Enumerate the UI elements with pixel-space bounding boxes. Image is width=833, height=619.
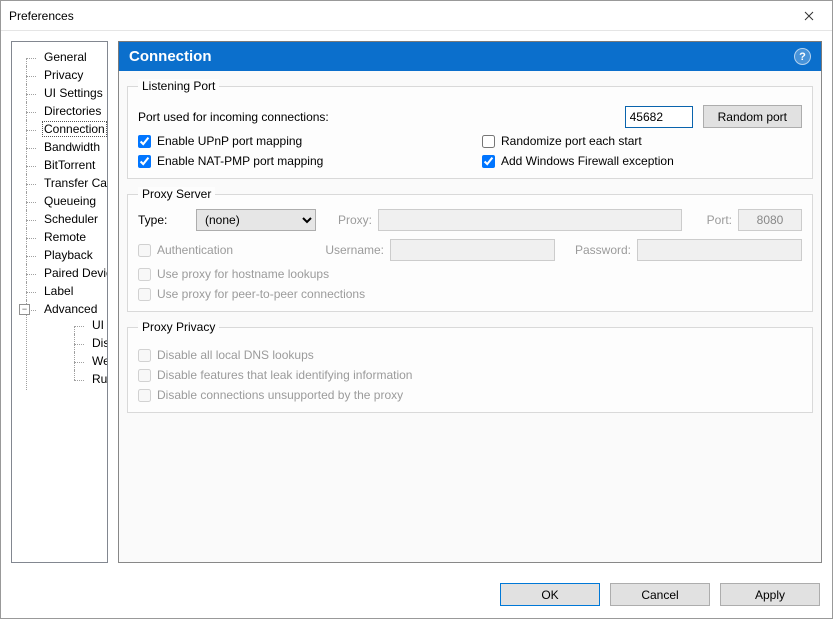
disable-unsupported-checkbox[interactable]: Disable connections unsupported by the p… (138, 388, 802, 402)
proxy-host-input[interactable] (378, 209, 682, 231)
sidebar-item-remote[interactable]: Remote (14, 228, 105, 246)
port-label: Port used for incoming connections: (138, 110, 329, 124)
close-icon (804, 11, 814, 21)
panel-content: Listening Port Port used for incoming co… (118, 71, 822, 563)
apply-button[interactable]: Apply (720, 583, 820, 606)
sidebar-item-transfer-cap[interactable]: Transfer Cap (14, 174, 105, 192)
nav-tree: General Privacy UI Settings Directories … (14, 48, 105, 390)
natpmp-checkbox[interactable]: Enable NAT-PMP port mapping (138, 154, 458, 168)
sidebar-item-playback[interactable]: Playback (14, 246, 105, 264)
proxy-password-input[interactable] (637, 239, 802, 261)
randomize-checkbox[interactable]: Randomize port each start (482, 134, 802, 148)
window-title: Preferences (9, 9, 74, 23)
port-input[interactable] (625, 106, 693, 128)
panel-title: Connection (129, 48, 212, 65)
sidebar-item-general[interactable]: General (14, 48, 105, 66)
listening-port-legend: Listening Port (138, 79, 219, 93)
sidebar-item-bandwidth[interactable]: Bandwidth (14, 138, 105, 156)
proxy-auth-checkbox[interactable]: Authentication (138, 243, 298, 257)
panel-header: Connection ? (118, 41, 822, 71)
dialog-footer: OK Cancel Apply (1, 573, 832, 618)
sidebar-item-ui-settings[interactable]: UI Settings (14, 84, 105, 102)
sidebar-item-run-program[interactable]: Run Program (42, 370, 105, 388)
proxy-server-group: Proxy Server Type: (none) Proxy: Port: (127, 187, 813, 312)
cancel-button[interactable]: Cancel (610, 583, 710, 606)
proxy-hostname-checkbox[interactable]: Use proxy for hostname lookups (138, 267, 802, 281)
upnp-checkbox[interactable]: Enable UPnP port mapping (138, 134, 458, 148)
sidebar-item-label[interactable]: Label (14, 282, 105, 300)
proxy-username-input[interactable] (390, 239, 555, 261)
proxy-server-legend: Proxy Server (138, 187, 215, 201)
main-panel: Connection ? Listening Port Port used fo… (118, 41, 822, 563)
listening-port-group: Listening Port Port used for incoming co… (127, 79, 813, 179)
proxy-p2p-checkbox[interactable]: Use proxy for peer-to-peer connections (138, 287, 802, 301)
sidebar-item-disk-cache[interactable]: Disk Cache (42, 334, 105, 352)
disable-leak-checkbox[interactable]: Disable features that leak identifying i… (138, 368, 802, 382)
proxy-type-label: Type: (138, 213, 190, 227)
proxy-privacy-group: Proxy Privacy Disable all local DNS look… (127, 320, 813, 413)
sidebar-item-ui-extras[interactable]: UI Extras (42, 316, 105, 334)
proxy-username-label: Username: (304, 243, 384, 257)
sidebar-item-advanced[interactable]: − Advanced UI Extras Disk Cache Web UI R… (14, 300, 105, 390)
preferences-window: Preferences General Privacy UI Settings … (0, 0, 833, 619)
sidebar-item-bittorrent[interactable]: BitTorrent (14, 156, 105, 174)
proxy-privacy-legend: Proxy Privacy (138, 320, 219, 334)
sidebar-item-queueing[interactable]: Queueing (14, 192, 105, 210)
sidebar-item-paired-devices[interactable]: Paired Devices (14, 264, 105, 282)
titlebar: Preferences (1, 1, 832, 31)
firewall-checkbox[interactable]: Add Windows Firewall exception (482, 154, 802, 168)
nav-sidebar: General Privacy UI Settings Directories … (11, 41, 108, 563)
sidebar-item-connection[interactable]: Connection (14, 120, 105, 138)
ok-button[interactable]: OK (500, 583, 600, 606)
dialog-body: General Privacy UI Settings Directories … (1, 31, 832, 573)
help-icon[interactable]: ? (794, 48, 811, 65)
proxy-host-label: Proxy: (322, 213, 372, 227)
proxy-type-select[interactable]: (none) (196, 209, 316, 231)
sidebar-item-privacy[interactable]: Privacy (14, 66, 105, 84)
disable-dns-checkbox[interactable]: Disable all local DNS lookups (138, 348, 802, 362)
proxy-port-label: Port: (688, 213, 732, 227)
sidebar-item-scheduler[interactable]: Scheduler (14, 210, 105, 228)
random-port-button[interactable]: Random port (703, 105, 802, 128)
close-button[interactable] (786, 1, 831, 30)
tree-collapse-icon[interactable]: − (19, 304, 30, 315)
proxy-port-input[interactable] (738, 209, 802, 231)
proxy-password-label: Password: (561, 243, 631, 257)
sidebar-item-web-ui[interactable]: Web UI (42, 352, 105, 370)
sidebar-item-directories[interactable]: Directories (14, 102, 105, 120)
